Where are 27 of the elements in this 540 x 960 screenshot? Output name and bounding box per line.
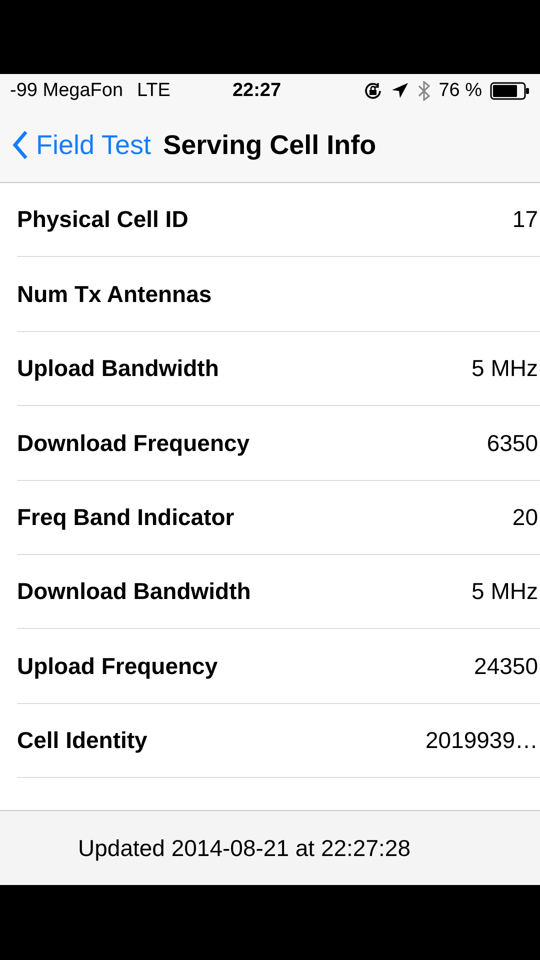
row-label: Freq Band Indicator [17, 503, 234, 532]
row-label: Upload Bandwidth [17, 354, 219, 384]
row-label: Num Tx Antennas [17, 280, 212, 309]
screen-title: Serving Cell Info [163, 128, 376, 162]
chevron-left-icon [12, 130, 28, 160]
battery-icon [490, 82, 530, 100]
row-value: 17 [512, 205, 538, 234]
row-value: 6350 [486, 428, 538, 458]
row-label: Physical Cell ID [17, 205, 188, 234]
battery-percentage: 76 % [438, 78, 482, 103]
carrier-signal: -99 MegaFon [10, 78, 124, 103]
row-value: 5 MHz [472, 577, 538, 606]
row-value: 20 [512, 503, 538, 532]
row-value: 2019939… [425, 726, 538, 756]
row-label: Cell Identity [17, 726, 148, 756]
network-type: LTE [137, 78, 170, 103]
clock: 22:27 [232, 78, 282, 103]
rotation-lock-icon [362, 81, 383, 101]
bluetooth-icon [416, 81, 431, 101]
back-button[interactable]: Field Test [12, 124, 152, 166]
row-label: Download Frequency [17, 428, 250, 458]
row-value: 24350 [474, 652, 538, 681]
row-label: Upload Frequency [17, 652, 218, 681]
row-label: Download Bandwidth [17, 577, 251, 606]
location-arrow-icon [390, 82, 409, 100]
row-value: 5 MHz [472, 354, 538, 384]
updated-timestamp: Updated 2014-08-21 at 22:27:28 [78, 834, 410, 863]
